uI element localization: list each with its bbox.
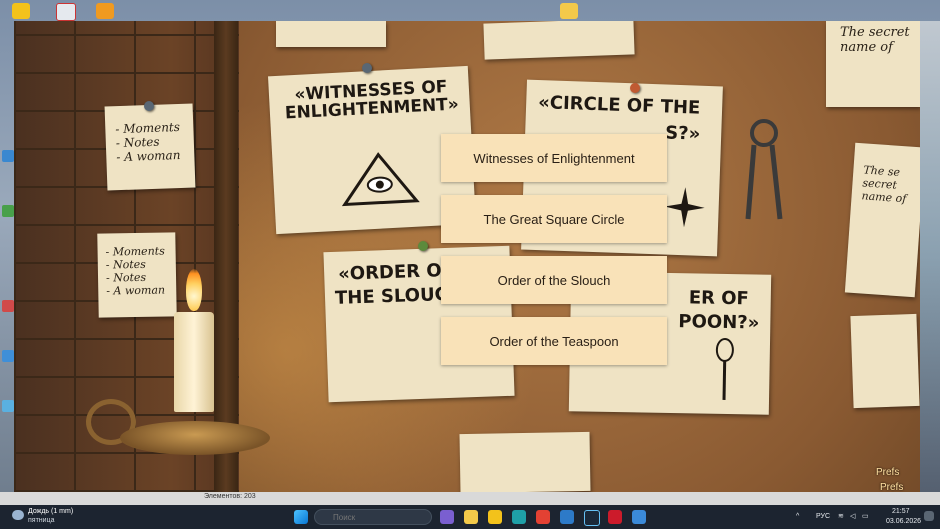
status-text: Элементов: 203 (204, 493, 256, 500)
poster-title: «ORDER O (337, 260, 442, 285)
pin (418, 241, 428, 251)
desktop-top-icons (0, 0, 940, 22)
prefs-label[interactable]: Prefs (876, 467, 899, 478)
pin (630, 83, 640, 93)
folder-icon[interactable] (560, 3, 578, 19)
pin (144, 101, 154, 111)
opera-icon[interactable] (608, 510, 622, 524)
note-text: - Moments - Notes - A woman (115, 119, 181, 165)
note-paper: - Moments - Notes - Notes - A woman (97, 232, 177, 318)
notification-icon[interactable] (924, 511, 934, 521)
poster-title: THE SLOUC (334, 283, 449, 309)
menu-button-teaspoon[interactable]: Order of the Teaspoon (441, 317, 667, 365)
edge-icon[interactable] (512, 510, 526, 524)
note-paper: - Moments - Notes - A woman (104, 103, 196, 191)
compass-rose-icon (664, 187, 705, 228)
poster-title: POON?» (678, 311, 760, 334)
secret-note: The secret name of (826, 21, 920, 107)
status-strip: Элементов: 203 (0, 492, 940, 505)
candle (174, 312, 214, 412)
rain-cloud-icon (12, 510, 24, 520)
taskbar-app-icon[interactable] (632, 510, 646, 524)
note-paper (483, 21, 635, 60)
desktop-background-right (920, 21, 940, 492)
teaspoon-icon (715, 337, 734, 400)
taskbar-app-icon[interactable] (560, 510, 574, 524)
bus-app-icon[interactable] (96, 3, 114, 19)
note-text: The secret name of (840, 25, 910, 55)
poster-title: S?» (664, 122, 701, 145)
yandex-icon[interactable] (56, 3, 76, 21)
keys-icon (745, 119, 783, 220)
desktop-app-icon[interactable] (2, 300, 14, 312)
candle-holder (120, 421, 270, 455)
file-explorer-icon[interactable] (464, 510, 478, 524)
tray-chevron-icon[interactable]: ^ (796, 513, 799, 520)
start-icon[interactable] (294, 510, 308, 524)
poster-title: ER OF (688, 287, 749, 310)
desktop-app-icon[interactable] (2, 400, 14, 412)
speaker-icon[interactable]: ◁ (850, 512, 855, 520)
taskbar-app-icon[interactable] (440, 510, 454, 524)
note-paper (276, 21, 386, 47)
prefs-label[interactable]: Prefs (880, 482, 903, 492)
battery-icon[interactable]: ▭ (862, 512, 869, 520)
taskbar-search-input[interactable] (314, 509, 432, 525)
note-paper (459, 431, 591, 492)
taskbar: Дождь (1 mm) пятница ^ РУС ≋ ◁ ▭ 21:57 0… (0, 505, 940, 529)
poster-title: «WITNESSES OF ENLIGHTENMENT» (284, 76, 460, 124)
candle-flame-icon (186, 269, 202, 311)
desktop-app-icon[interactable] (2, 150, 14, 162)
note-text: - Moments - Notes - Notes - A woman (105, 244, 166, 298)
steam-icon[interactable] (584, 510, 600, 526)
poster-title: «CIRCLE OF THE (537, 92, 701, 119)
menu-button-slouch[interactable]: Order of the Slouch (441, 256, 667, 304)
wifi-icon[interactable]: ≋ (838, 512, 844, 520)
secret-note: The se secret name of (844, 142, 920, 298)
yandex-browser-icon[interactable] (488, 510, 502, 524)
weather-text: Дождь (1 mm) (28, 508, 74, 515)
clock-date[interactable]: 03.06.2026 (886, 518, 921, 525)
menu-button-witnesses[interactable]: Witnesses of Enlightenment (441, 134, 667, 182)
desktop-app-icon[interactable] (2, 205, 14, 217)
pin (362, 63, 372, 73)
clock-time[interactable]: 21:57 (892, 508, 910, 515)
weather-day: пятница (28, 517, 55, 524)
chrome-icon[interactable] (536, 510, 550, 524)
desktop-app-icon[interactable] (2, 350, 14, 362)
menu-button-square-circle[interactable]: The Great Square Circle (441, 195, 667, 243)
language-indicator[interactable]: РУС (816, 513, 830, 520)
note-text: The se secret name of (861, 163, 907, 206)
note-paper (850, 313, 920, 409)
eye-pyramid-icon (341, 152, 420, 207)
